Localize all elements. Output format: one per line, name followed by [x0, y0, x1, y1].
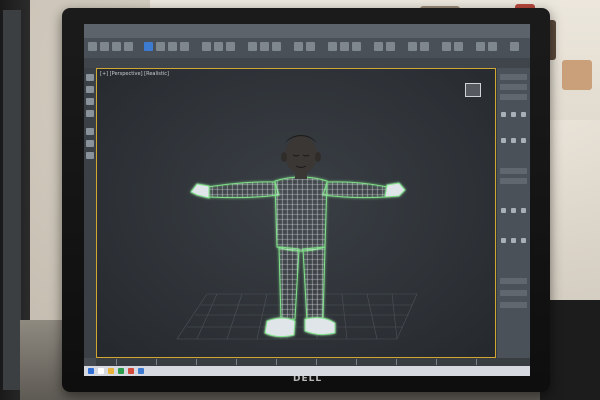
ground-grid: [176, 293, 418, 340]
panel-row[interactable]: [500, 290, 527, 296]
character-model: [176, 135, 418, 340]
tool-icon[interactable]: [340, 42, 349, 51]
tool-icon[interactable]: [144, 42, 153, 51]
modifier-icon[interactable]: [501, 238, 506, 243]
tool-icon[interactable]: [214, 42, 223, 51]
panel-row[interactable]: [500, 302, 527, 308]
tool-icon[interactable]: [386, 42, 395, 51]
tool-icon[interactable]: [420, 42, 429, 51]
tool-icon[interactable]: [88, 42, 97, 51]
poster-sketch: [562, 60, 592, 90]
app-icon[interactable]: [118, 368, 124, 374]
modifier-icon[interactable]: [511, 112, 516, 117]
modifier-icon[interactable]: [501, 112, 506, 117]
left-toolstrip: [84, 68, 96, 358]
tool-icon[interactable]: [488, 42, 497, 51]
tool-icon[interactable]: [156, 42, 165, 51]
app-titlebar: [84, 24, 530, 38]
panel-row[interactable]: [500, 178, 527, 184]
modifier-icon[interactable]: [501, 208, 506, 213]
tool-icon[interactable]: [112, 42, 121, 51]
tool-icon[interactable]: [180, 42, 189, 51]
panel-row[interactable]: [500, 94, 527, 100]
perspective-viewport[interactable]: [+] [Perspective] [Realistic]: [96, 68, 496, 358]
modifier-icon[interactable]: [521, 238, 526, 243]
timeline-slider[interactable]: [96, 358, 530, 366]
tool-icon[interactable]: [248, 42, 257, 51]
modifier-icon[interactable]: [511, 138, 516, 143]
tool-icon[interactable]: [442, 42, 451, 51]
tool-icon[interactable]: [272, 42, 281, 51]
panel-row[interactable]: [500, 278, 527, 284]
tool-icon[interactable]: [306, 42, 315, 51]
screen: [+] [Perspective] [Realistic]: [84, 24, 530, 376]
modifier-icon[interactable]: [511, 238, 516, 243]
tool-icon[interactable]: [100, 42, 109, 51]
main-toolbar: [84, 38, 530, 59]
modifier-icon[interactable]: [521, 208, 526, 213]
search-icon[interactable]: [98, 368, 104, 374]
tool-icon[interactable]: [86, 128, 94, 135]
folder-icon[interactable]: [108, 368, 114, 374]
tool-icon[interactable]: [374, 42, 383, 51]
ribbon-tabs: [84, 58, 530, 68]
panel-row[interactable]: [500, 168, 527, 174]
panel-row[interactable]: [500, 74, 527, 80]
tool-icon[interactable]: [86, 98, 94, 105]
windows-taskbar: [84, 366, 530, 376]
tool-icon[interactable]: [510, 42, 519, 51]
tool-icon[interactable]: [202, 42, 211, 51]
tool-icon[interactable]: [86, 86, 94, 93]
tool-icon[interactable]: [86, 152, 94, 159]
tool-icon[interactable]: [226, 42, 235, 51]
character-head: [281, 135, 321, 179]
command-panel: [496, 68, 530, 358]
tool-icon[interactable]: [260, 42, 269, 51]
tool-icon[interactable]: [454, 42, 463, 51]
wireframe-body: [190, 176, 406, 338]
panel-row[interactable]: [500, 84, 527, 90]
tool-icon[interactable]: [352, 42, 361, 51]
tool-icon[interactable]: [408, 42, 417, 51]
tool-icon[interactable]: [86, 74, 94, 81]
tool-icon[interactable]: [476, 42, 485, 51]
app-icon[interactable]: [128, 368, 134, 374]
tool-icon[interactable]: [86, 140, 94, 147]
modifier-icon[interactable]: [521, 112, 526, 117]
modifier-icon[interactable]: [511, 208, 516, 213]
start-icon[interactable]: [88, 368, 94, 374]
tool-icon[interactable]: [328, 42, 337, 51]
tool-icon[interactable]: [124, 42, 133, 51]
modifier-icon[interactable]: [521, 138, 526, 143]
modifier-icon[interactable]: [501, 138, 506, 143]
tool-icon[interactable]: [294, 42, 303, 51]
tool-icon[interactable]: [168, 42, 177, 51]
tool-icon[interactable]: [86, 110, 94, 117]
app-icon[interactable]: [138, 368, 144, 374]
